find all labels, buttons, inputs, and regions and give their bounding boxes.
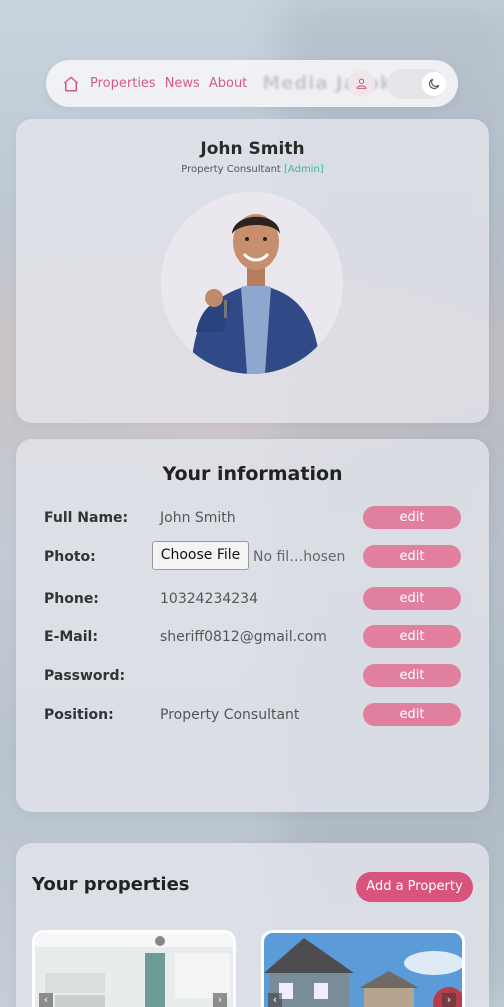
admin-badge: [Admin] (284, 164, 324, 175)
prev-arrow-icon[interactable]: ‹ (268, 993, 282, 1007)
avatar (161, 192, 343, 374)
info-value: Property Consultant (160, 707, 300, 723)
edit-password-button[interactable]: edit (363, 664, 461, 687)
property-thumbnail[interactable]: ‹ › (32, 930, 236, 1007)
edit-photo-button[interactable]: edit (363, 545, 461, 568)
info-value: 10324234234 (160, 591, 258, 607)
nav-link-news[interactable]: News (165, 76, 200, 91)
info-label: Photo: (44, 549, 96, 565)
info-title: Your information (162, 463, 343, 485)
properties-card: Your properties Add a Property ‹ › ‹ › (16, 843, 489, 1007)
theme-toggle[interactable] (387, 69, 446, 99)
information-card: Your information Full Name: John Smith e… (16, 439, 489, 812)
info-value: John Smith (160, 510, 236, 526)
nav-link-about[interactable]: About (209, 76, 247, 91)
properties-title: Your properties (32, 874, 190, 895)
user-icon[interactable] (348, 70, 375, 97)
nav-link-properties[interactable]: Properties (90, 76, 156, 91)
moon-icon (422, 72, 446, 96)
profile-subtitle: Property Consultant [Admin] (16, 164, 489, 175)
edit-fullname-button[interactable]: edit (363, 506, 461, 529)
add-property-button[interactable]: Add a Property (356, 872, 473, 902)
info-row-fullname: Full Name: John Smith edit (16, 506, 489, 532)
next-arrow-icon[interactable]: › (213, 993, 227, 1007)
edit-position-button[interactable]: edit (363, 703, 461, 726)
info-row-phone: Phone: 10324234234 edit (16, 587, 489, 613)
prev-arrow-icon[interactable]: ‹ (39, 993, 53, 1007)
info-row-photo: Photo: Choose File No fil…hosen edit (16, 541, 489, 571)
info-row-position: Position: Property Consultant edit (16, 703, 489, 729)
profile-name: John Smith (200, 139, 305, 159)
file-status: No fil…hosen (253, 549, 346, 565)
info-row-password: Password: edit (16, 664, 489, 690)
profile-card: John Smith Property Consultant [Admin] (16, 119, 489, 423)
next-arrow-icon[interactable]: › (442, 993, 456, 1007)
info-label: Password: (44, 668, 126, 684)
edit-email-button[interactable]: edit (363, 625, 461, 648)
choose-file-button[interactable]: Choose File (152, 541, 249, 570)
info-row-email: E-Mail: sheriff0812@gmail.com edit (16, 625, 489, 651)
top-navbar: Properties News About Media Jatok (46, 60, 458, 107)
info-value: sheriff0812@gmail.com (160, 629, 327, 645)
home-icon[interactable] (60, 73, 82, 95)
info-label: Position: (44, 707, 114, 723)
edit-phone-button[interactable]: edit (363, 587, 461, 610)
info-label: Full Name: (44, 510, 129, 526)
property-thumbnail[interactable]: ‹ › (261, 930, 465, 1007)
info-label: E-Mail: (44, 629, 98, 645)
profile-role: Property Consultant (181, 164, 281, 175)
info-label: Phone: (44, 591, 99, 607)
